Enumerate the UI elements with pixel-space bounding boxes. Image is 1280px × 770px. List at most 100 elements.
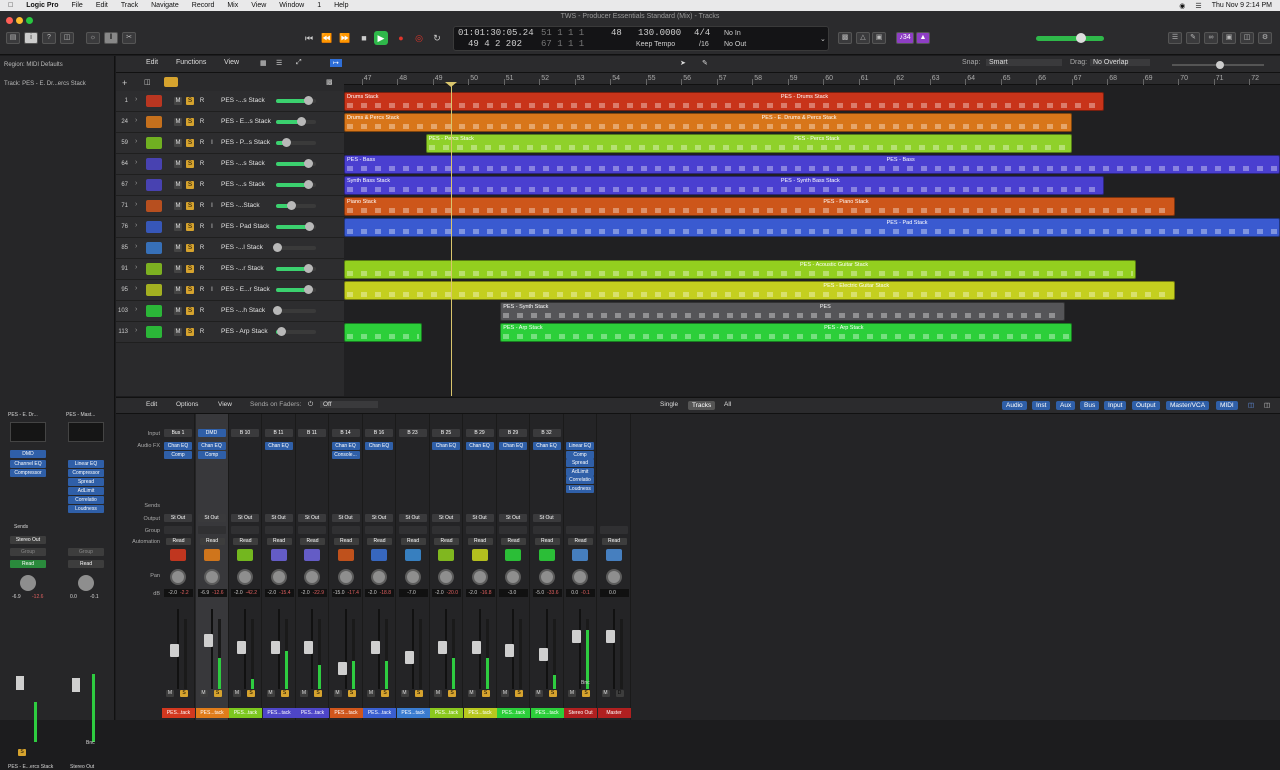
channel-name[interactable]: PES...tack [497,708,530,718]
solo-button[interactable]: S [186,265,194,273]
solo-button[interactable]: S [186,181,194,189]
strip-fx-6[interactable]: Loudness [68,505,104,513]
channel-fx-slot[interactable]: AdLimit [566,467,594,476]
input-monitor-button[interactable] [208,118,216,126]
disclosure-triangle-icon[interactable]: › [135,138,137,145]
disclosure-triangle-icon[interactable]: › [135,180,137,187]
input-monitor-button[interactable] [208,181,216,189]
channel-name[interactable]: PES...tack [162,708,195,718]
channel-output[interactable]: St Out [465,514,494,522]
pan-knob[interactable] [438,569,454,585]
mute-button[interactable]: M [166,690,174,697]
channel-fx-slot[interactable]: Chan EQ [532,442,561,450]
channel-input[interactable]: B 14 [331,429,360,437]
track-name[interactable]: PES -...l Stack [221,244,263,251]
automation-read[interactable]: Read [400,538,426,545]
automation-read[interactable]: Read [568,538,593,545]
filter-master-vca[interactable]: Master/VCA [1166,401,1210,410]
input-monitor-button[interactable] [208,265,216,273]
channel-strip[interactable]: B 11 St Out Read -2.0 -22.9 M S PES...tack [296,414,329,720]
channel-output[interactable]: St Out [164,514,192,522]
sends-on-faders-dropdown[interactable]: Off [320,401,378,408]
record-icon[interactable]: ● [394,31,408,45]
inspector-region-header[interactable]: Region: MIDI Defaults [4,62,63,68]
lcd-display[interactable]: 01:01:30:05.24 49 4 2 202 51 1 1 1 67 1 … [453,26,829,51]
global-tracks-icon[interactable] [164,77,178,87]
channel-output[interactable]: St Out [432,514,460,522]
view-tracks-button[interactable]: Tracks [688,401,716,410]
automation-read[interactable]: Read [300,538,325,545]
pan-knob[interactable] [505,569,521,585]
fast-forward-icon[interactable]: ⏩ [338,31,352,45]
flex-view-icon[interactable]: ▩ [326,78,333,86]
channel-input[interactable]: DMD [197,429,226,437]
menu-track[interactable]: Track [121,2,138,9]
track-row[interactable]: 64 › M S R PES -...s Stack [116,154,344,175]
channel-strip[interactable]: Read 0.0 M D Master [597,414,631,720]
channel-name[interactable]: PES...tack [296,708,329,718]
pan-knob[interactable] [572,569,588,585]
pan-knob[interactable] [170,569,186,585]
strip-pan-knob[interactable] [78,575,94,591]
channel-strip[interactable]: B 23 St Out Read -7.0 M S PES...tack [396,414,430,720]
solo-button[interactable]: S [186,223,194,231]
track-name[interactable]: PES - E...s Stack [221,118,271,125]
channel-group[interactable] [398,526,427,534]
channel-output[interactable]: St Out [499,514,527,522]
solo-button[interactable]: S [347,690,356,697]
channel-name[interactable]: PES...tack [530,708,564,718]
track-volume-knob[interactable] [273,306,282,315]
drag-dropdown[interactable]: No Overlap [1090,59,1150,66]
channel-group[interactable] [365,526,393,534]
automation-read[interactable]: Read [534,538,560,545]
track-volume-knob[interactable] [303,264,313,273]
strip-setting[interactable]: DMD [10,450,46,458]
flex-icon[interactable]: ⤢ [296,59,302,67]
inspector-icon[interactable]: i [24,32,38,44]
mute-button[interactable]: M [174,307,182,315]
channel-fx-slot[interactable]: Spread [566,459,594,467]
power-icon[interactable]: ⏻ [308,401,313,409]
channel-input[interactable]: B 32 [532,429,561,437]
channel-input[interactable]: B 29 [499,429,527,437]
channel-strip[interactable]: DMD Chan EQ Comp St Out Read -6.9 -12.6 M S PES..… [195,414,229,720]
disclosure-triangle-icon[interactable]: › [135,327,137,334]
channel-input[interactable]: B 23 [398,429,427,437]
track-volume-knob[interactable] [303,159,313,168]
fader-cap[interactable] [371,640,380,654]
master-volume-slider[interactable] [1036,36,1104,41]
strip-solo-button[interactable]: S [18,749,26,756]
track-row[interactable]: 71 › M S R I PES -...Stack [116,196,344,217]
track-options-icon[interactable]: ◫ [144,78,151,86]
view-single-button[interactable]: Single [660,401,678,408]
solo-button[interactable]: S [280,690,289,697]
track-volume-knob[interactable] [305,222,315,231]
tracks-view-menu[interactable]: View [224,59,239,66]
track-volume-slider[interactable] [276,246,316,250]
mixer-layout-icon[interactable]: ◫ [1248,401,1254,409]
solo-button[interactable]: S [186,307,194,315]
channel-output[interactable]: St Out [365,514,393,522]
track-name[interactable]: PES -...s Stack [221,181,265,188]
track-volume-knob[interactable] [282,138,291,147]
channel-fx-slot[interactable]: Comp [164,450,192,459]
mute-button[interactable]: M [300,690,308,697]
track-row[interactable]: 113 › M S R PES - Arp Stack [116,322,344,343]
automation-read[interactable]: Read [601,538,627,545]
channel-input[interactable]: B 16 [365,429,393,437]
pan-knob[interactable] [337,569,354,585]
input-monitor-button[interactable] [208,97,216,105]
mixer-wide-icon[interactable]: ◫ [1264,401,1270,409]
mute-button[interactable]: M [174,244,182,252]
channel-group[interactable] [298,526,326,534]
region[interactable]: Synth Bass Stack PES - Synth Bass Stack [344,176,1104,195]
record-enable-button[interactable]: R [198,328,206,336]
browser-icon[interactable]: ◫ [1240,32,1254,44]
menu-navigate[interactable]: Navigate [151,2,179,9]
track-row[interactable]: 95 › M S R I PES - E...r Stack [116,280,344,301]
mute-button[interactable]: M [174,97,182,105]
strip-fader[interactable] [72,678,80,692]
menubar-clock[interactable]: Thu Nov 9 2:14 PM [1212,2,1272,10]
channel-input[interactable]: B 25 [432,429,460,437]
editors-icon[interactable]: ✂ [122,32,136,44]
